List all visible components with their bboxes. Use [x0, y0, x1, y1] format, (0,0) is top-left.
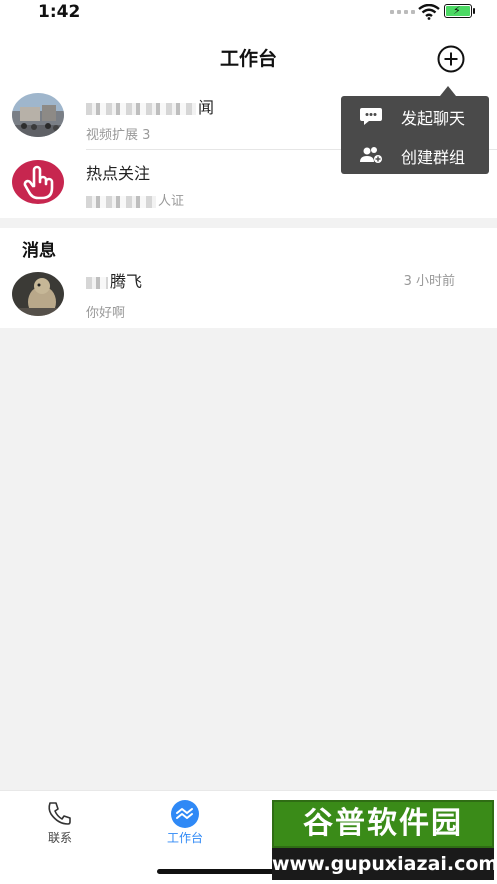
start-chat-menu-item[interactable]: 发起聊天	[341, 96, 489, 135]
message-time: 3 小时前	[403, 274, 455, 289]
section-title: 消息	[22, 241, 56, 261]
tab-contacts[interactable]: 联系	[15, 791, 105, 861]
menu-item-label: 创建群组	[401, 148, 466, 167]
tab-workbench[interactable]: 工作台	[140, 791, 230, 861]
blurred-text	[86, 276, 108, 289]
tab-label: 联系	[47, 831, 72, 845]
photo-crowd-avatar	[12, 93, 64, 137]
tab-label: 工作台	[166, 831, 203, 845]
popup-arrow	[440, 86, 456, 96]
watermark-url: www.gupuxiazai.com	[272, 848, 497, 880]
item-title: 热点关注	[86, 164, 151, 183]
group-add-icon	[360, 147, 382, 163]
page-title: 工作台	[219, 48, 277, 70]
watermark-logo: 谷普软件园 www.gupuxiazai.com	[272, 800, 497, 880]
blurred-text	[86, 102, 196, 115]
menu-item-label: 发起聊天	[401, 109, 466, 128]
chat-bubble-icon	[360, 108, 382, 125]
message-item[interactable]: 腾飞 3 小时前 你好啊	[0, 262, 497, 328]
status-time: 1:42	[38, 2, 81, 22]
nav-bar: 工作台	[0, 28, 497, 84]
message-preview: 你好啊	[86, 306, 126, 321]
create-group-menu-item[interactable]: 创建群组	[341, 135, 489, 174]
item-subtitle: 视频扩展 3	[86, 128, 151, 143]
popup-menu: 发起聊天 创建群组	[341, 96, 489, 174]
pink-hand-avatar	[12, 160, 64, 204]
wifi-icon	[418, 4, 440, 20]
status-bar: 1:42 ⚡	[0, 0, 497, 28]
watermark-logo-text: 谷普软件园	[272, 800, 494, 848]
item-title: 闻	[86, 94, 214, 118]
sender-name: 腾飞	[86, 268, 142, 292]
item-subtitle: 人证	[86, 190, 184, 209]
battery-icon: ⚡	[444, 4, 472, 18]
cellular-signal-icon	[390, 10, 415, 14]
blurred-text	[86, 195, 156, 208]
marmot-photo-avatar	[12, 272, 64, 316]
plus-circle-icon[interactable]	[436, 44, 466, 74]
messages-section: 消息 腾飞 3 小时前 你好啊	[0, 228, 497, 328]
workbench-icon	[171, 800, 199, 828]
phone-icon	[48, 802, 71, 825]
battery-tip	[473, 8, 475, 14]
